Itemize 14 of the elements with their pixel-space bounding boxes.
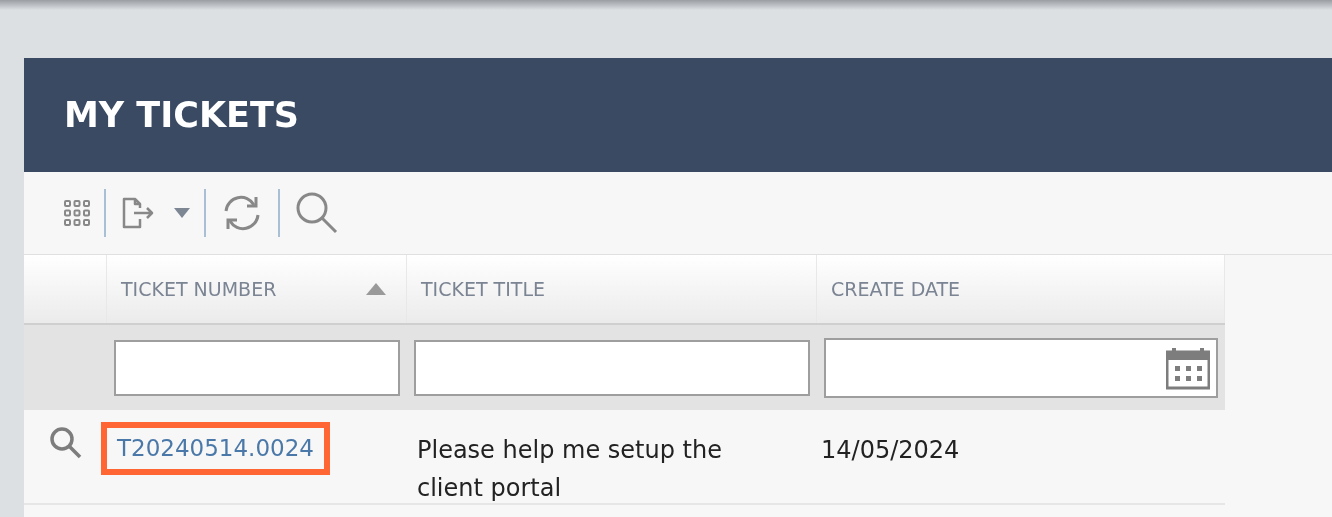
ticket-title-cell-text: Please help me setup the client portal — [416, 435, 723, 503]
search-icon[interactable] — [294, 190, 340, 236]
date-filter-field[interactable] — [824, 337, 1218, 398]
create-date-cell-text: 14/05/2024 — [820, 435, 961, 466]
column-header[interactable]: TICKET TITLE — [407, 255, 817, 323]
column-header[interactable]: CREATE DATE — [817, 255, 1225, 323]
grid-icon[interactable] — [64, 200, 90, 226]
dropdown-caret-icon[interactable] — [174, 208, 190, 218]
column-header[interactable]: TICKET NUMBER — [107, 255, 407, 323]
ticket-number-link[interactable]: T20240514.0024 — [101, 422, 330, 475]
calendar-icon[interactable] — [1166, 345, 1210, 390]
panel-title: MY TICKETS — [64, 93, 300, 137]
filter-field[interactable] — [114, 339, 400, 396]
filter-field[interactable] — [414, 339, 810, 396]
